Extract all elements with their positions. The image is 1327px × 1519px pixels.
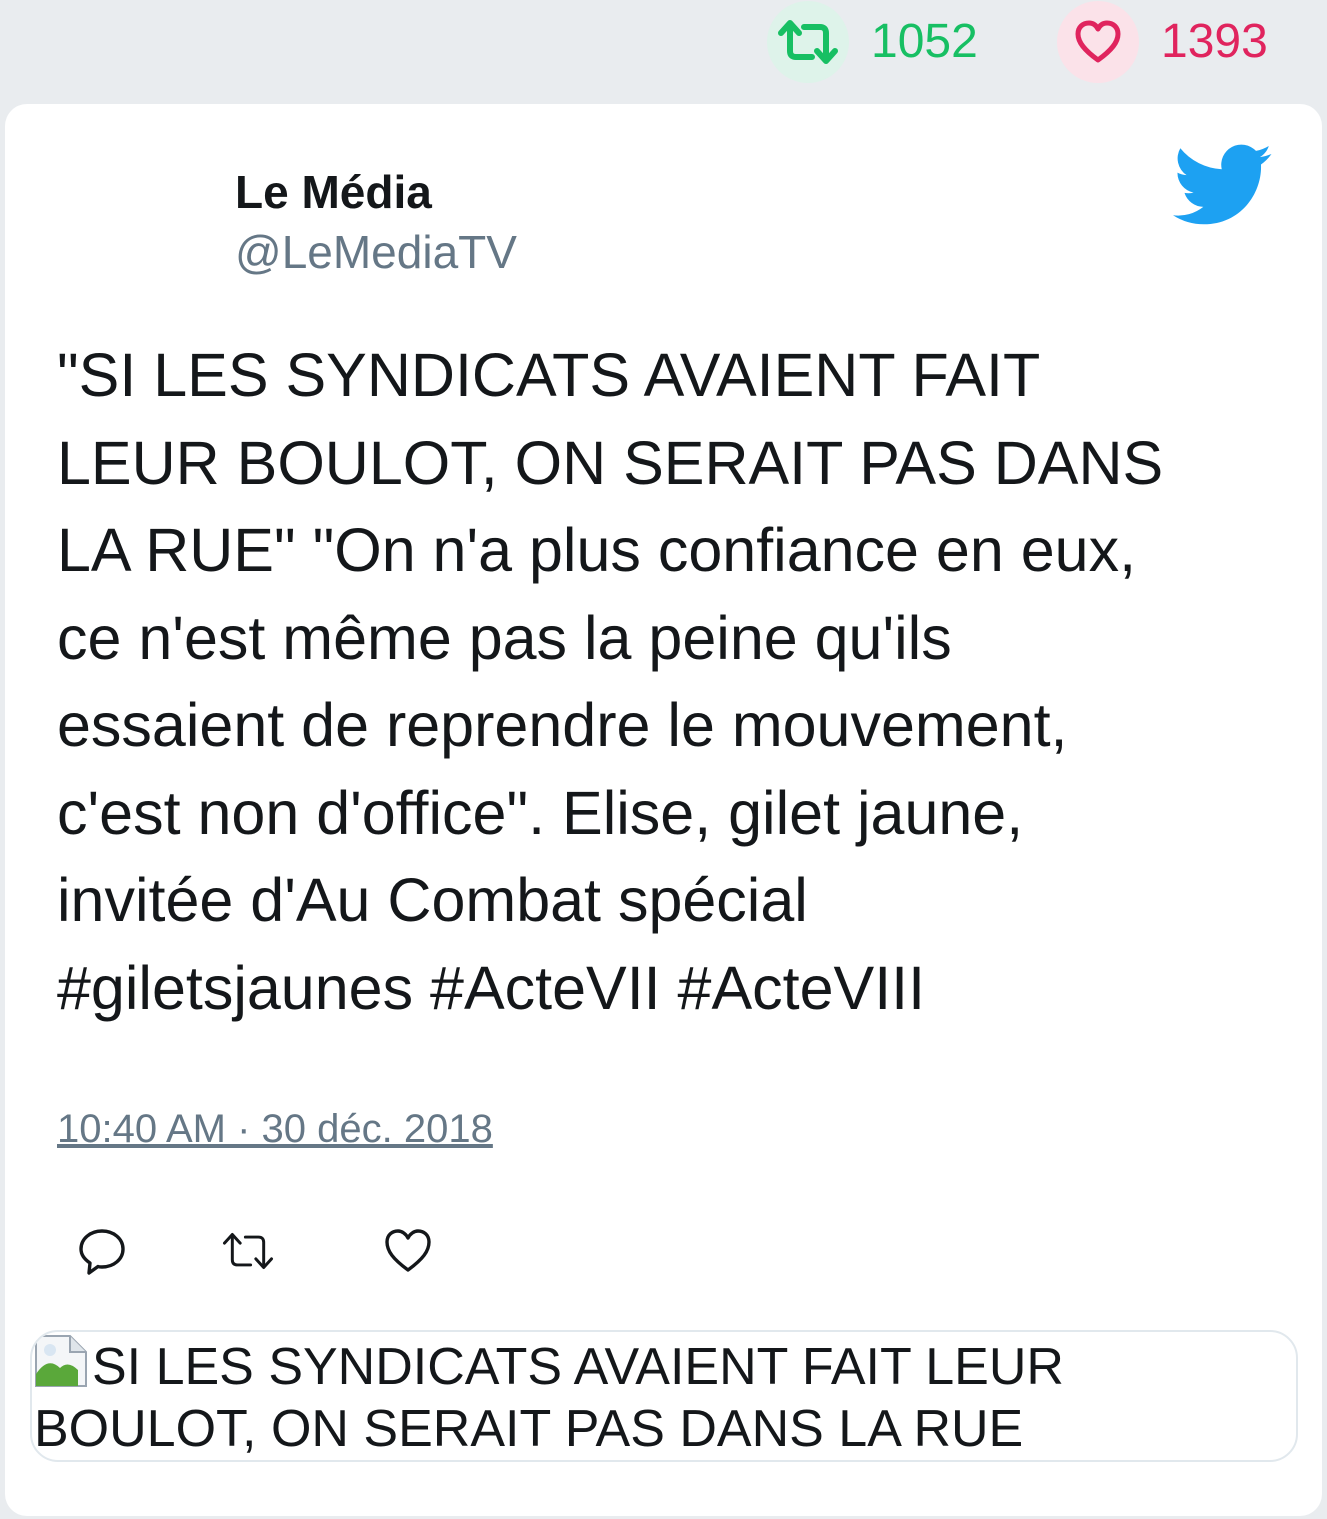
broken-image-icon <box>34 1334 88 1388</box>
twitter-bird-icon[interactable] <box>1173 144 1273 231</box>
retweet-icon <box>223 1232 273 1270</box>
reply-icon <box>79 1229 125 1275</box>
link-preview-card[interactable]: SI LES SYNDICATS AVAIENT FAIT LEUR BOULO… <box>30 1330 1298 1462</box>
heart-icon[interactable] <box>1057 1 1139 83</box>
retweet-button[interactable] <box>221 1224 275 1278</box>
tweet-card: Le Média @LeMediaTV "SI LES SYNDICATS AV… <box>5 104 1322 1516</box>
like-count: 1393 <box>1161 15 1268 68</box>
engagement-bar: 1052 1393 <box>0 0 1327 100</box>
retweet-stat[interactable]: 1052 <box>767 0 978 84</box>
reply-button[interactable] <box>75 1224 129 1278</box>
like-stat[interactable]: 1393 <box>1057 0 1268 84</box>
retweet-icon[interactable] <box>767 1 849 83</box>
tweet-text: "SI LES SYNDICATS AVAIENT FAIT LEUR BOUL… <box>57 341 1164 1022</box>
link-preview-alt-text: SI LES SYNDICATS AVAIENT FAIT LEUR BOULO… <box>34 1338 1064 1458</box>
link-preview-alt: SI LES SYNDICATS AVAIENT FAIT LEUR BOULO… <box>34 1334 1292 1460</box>
author-handle[interactable]: @LeMediaTV <box>235 222 517 282</box>
author-block[interactable]: Le Média @LeMediaTV <box>235 162 517 282</box>
tweet-timestamp[interactable]: 10:40 AM · 30 déc. 2018 <box>57 1104 493 1154</box>
heart-icon <box>385 1229 431 1272</box>
author-name[interactable]: Le Média <box>235 162 517 222</box>
like-button[interactable] <box>381 1224 435 1278</box>
retweet-count: 1052 <box>871 15 978 68</box>
